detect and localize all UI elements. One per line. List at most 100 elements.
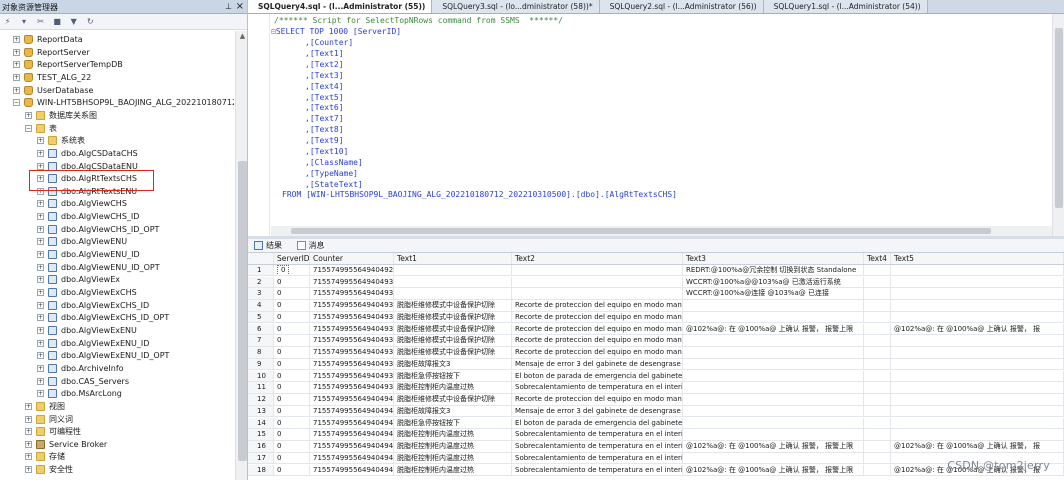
tree-database[interactable]: + ReportData — [13, 33, 83, 46]
collapse-icon[interactable]: − — [13, 99, 20, 107]
grid-cell[interactable]: Recorte de proteccion del equipo en modo… — [512, 347, 683, 358]
grid-cell[interactable]: 脱脂柜控制柜内温度过热 — [394, 441, 512, 452]
grid-cell[interactable]: 7155749955649404941 — [310, 405, 394, 417]
grid-cell[interactable] — [864, 276, 891, 288]
tree-database[interactable]: + UserDatabase — [13, 84, 93, 97]
grid-cell[interactable]: 7155749955649404937 — [310, 358, 394, 370]
grid-cell[interactable] — [864, 394, 891, 405]
grid-cell[interactable]: 7155749955649404946 — [310, 464, 394, 476]
grid-cell[interactable] — [683, 429, 864, 440]
grid-cell[interactable] — [683, 405, 864, 417]
grid-cell[interactable]: 7155749955649404934 — [310, 323, 394, 335]
grid-cell[interactable] — [864, 323, 891, 335]
grid-cell[interactable] — [683, 300, 864, 311]
tree-table[interactable]: + dbo.AlgViewExCHS_ID — [37, 299, 149, 312]
column-header[interactable]: ServerID — [274, 253, 310, 264]
grid-cell[interactable]: El boton de parada de emergencia del gab… — [512, 417, 683, 429]
grid-cell[interactable]: 0 — [274, 452, 310, 464]
grid-cell[interactable]: 7155749955649404938 — [310, 370, 394, 382]
grid-cell[interactable] — [512, 288, 683, 299]
grid-cell[interactable]: 0 — [274, 370, 310, 382]
tree-table[interactable]: + dbo.AlgViewENU — [37, 235, 127, 248]
grid-cell[interactable]: @102%a@: 在 @100%a@ 上确认 报警， 报警上限 — [683, 323, 864, 335]
grid-cell[interactable]: Sobrecalentamiento de temperatura en el … — [512, 429, 683, 440]
connect-icon[interactable]: ⚡ — [2, 16, 13, 27]
tree-database[interactable]: + TEST_ALG_22 — [13, 71, 91, 84]
table-row[interactable]: 9 0 7155749955649404937 脱脂柜故障报文3 Mensaje de … — [248, 358, 1064, 371]
tree-table[interactable]: + dbo.AlgViewENU_ID_OPT — [37, 261, 160, 274]
expand-icon[interactable]: + — [37, 225, 44, 233]
tree-database[interactable]: − WIN-LHT5BHSOP9L_BAOJING_ALG_20221018071… — [13, 96, 234, 109]
grid-cell[interactable] — [891, 276, 1064, 288]
grid-cell[interactable]: @102%a@: 在 @100%a@ 上确认 报警， 报 — [891, 323, 1064, 335]
tab-results[interactable]: 结果 — [248, 239, 288, 252]
grid-cell[interactable]: 脱脂柜急停按钮按下 — [394, 370, 512, 382]
grid-cell[interactable] — [864, 335, 891, 346]
expand-icon[interactable]: + — [25, 466, 32, 474]
grid-cell[interactable]: 0 — [274, 382, 310, 393]
grid-cell[interactable]: Mensaje de error 3 del gabinete de desen… — [512, 405, 683, 417]
table-row[interactable]: 14 0 7155749955649404942 脱脂柜急停按钮按下 El boton … — [248, 417, 1064, 430]
tree-folder-system-tables[interactable]: + 系统表 — [37, 134, 85, 147]
grid-cell[interactable] — [891, 417, 1064, 429]
grid-cell[interactable] — [891, 382, 1064, 393]
grid-cell[interactable]: 脱脂柜维修模式中设备保护切除 — [394, 311, 512, 323]
grid-cell[interactable] — [864, 429, 891, 440]
tree-table[interactable]: + dbo.AlgViewCHS_ID — [37, 210, 139, 223]
table-row[interactable]: 8 0 7155749955649404936 脱脂柜维修模式中设备保护切除 Recor… — [248, 347, 1064, 359]
expand-icon[interactable]: + — [37, 326, 44, 334]
sql-code[interactable]: /****** Script for SelectTopNRows comman… — [271, 14, 1051, 224]
grid-cell[interactable] — [891, 300, 1064, 311]
grid-cell[interactable]: 脱脂柜故障报文3 — [394, 405, 512, 417]
grid-cell[interactable]: 0 — [274, 335, 310, 346]
grid-cell[interactable]: 7155749955649404931 — [310, 288, 394, 299]
table-row[interactable]: 16 0 7155749955649404944 脱脂柜控制柜内温度过热 Sobreca… — [248, 441, 1064, 453]
grid-cell[interactable]: 脱脂柜控制柜内温度过热 — [394, 429, 512, 440]
grid-cell[interactable] — [683, 417, 864, 429]
tree-database[interactable]: + ReportServerTempDB — [13, 58, 123, 71]
grid-cell[interactable]: 7155749955649404944 — [310, 441, 394, 452]
table-row[interactable]: 5 0 7155749955649404933 脱脂柜维修模式中设备保护切除 Recor… — [248, 311, 1064, 324]
editor-horizontal-scrollbar[interactable] — [271, 226, 1052, 236]
scrollbar-thumb[interactable] — [238, 161, 247, 461]
tree-table[interactable]: + dbo.AlgViewExENU — [37, 324, 137, 337]
table-row[interactable]: 13 0 7155749955649404941 脱脂柜故障报文3 Mensaje de… — [248, 405, 1064, 418]
grid-cell[interactable] — [891, 311, 1064, 323]
table-row[interactable]: 6 0 7155749955649404934 脱脂柜维修模式中设备保护切除 Recor… — [248, 323, 1064, 336]
grid-cell[interactable] — [512, 264, 683, 276]
grid-cell[interactable]: 脱脂柜维修模式中设备保护切除 — [394, 300, 512, 311]
filter-icon[interactable]: ▼ — [68, 16, 79, 27]
table-row[interactable]: 15 0 7155749955649404943 脱脂柜控制柜内温度过热 Sobreca… — [248, 429, 1064, 441]
expand-icon[interactable]: + — [25, 402, 32, 410]
tree-table[interactable]: + dbo.CAS_Servers — [37, 375, 129, 388]
grid-cell[interactable] — [394, 288, 512, 299]
grid-cell[interactable] — [864, 405, 891, 417]
expand-icon[interactable]: + — [37, 377, 44, 385]
expand-icon[interactable]: + — [25, 111, 32, 119]
tab-query[interactable]: SQLQuery3.sql - (lo...dministrator (58))… — [432, 0, 600, 13]
grid-cell[interactable]: 0 — [274, 429, 310, 440]
tree-database[interactable]: + ReportServer — [13, 46, 90, 59]
expand-icon[interactable]: + — [37, 352, 44, 360]
query-editor[interactable]: /****** Script for SelectTopNRows comman… — [248, 14, 1064, 236]
connect-dropdown-icon[interactable]: ▾ — [19, 16, 30, 27]
grid-cell[interactable]: 0 — [274, 264, 310, 276]
refresh-icon[interactable]: ↻ — [85, 16, 96, 27]
grid-cell[interactable] — [864, 288, 891, 299]
expand-icon[interactable]: + — [13, 48, 20, 56]
expand-icon[interactable]: + — [13, 36, 20, 43]
grid-cell[interactable] — [683, 382, 864, 393]
expand-icon[interactable]: + — [25, 415, 32, 423]
grid-cell[interactable]: 7155749955649404930 — [310, 276, 394, 288]
grid-cell[interactable]: 7155749955649404942 — [310, 417, 394, 429]
stop-icon[interactable]: ■ — [52, 16, 63, 27]
expand-icon[interactable]: + — [37, 162, 44, 170]
tree-table[interactable]: + dbo.AlgViewCHS_ID_OPT — [37, 223, 159, 236]
table-row[interactable]: 10 0 7155749955649404938 脱脂柜急停按钮按下 El boton … — [248, 370, 1064, 383]
disconnect-icon[interactable]: ✂ — [35, 16, 46, 27]
grid-cell[interactable] — [891, 429, 1064, 440]
table-row[interactable]: 1 0 7155749955649404929 REDRT:@100%a@冗余控制 切… — [248, 264, 1064, 277]
expand-icon[interactable]: + — [37, 200, 44, 208]
grid-cell[interactable]: Mensaje de error 3 del gabinete de desen… — [512, 358, 683, 370]
tree-table[interactable]: + dbo.AlgCSDataCHS — [37, 147, 138, 160]
